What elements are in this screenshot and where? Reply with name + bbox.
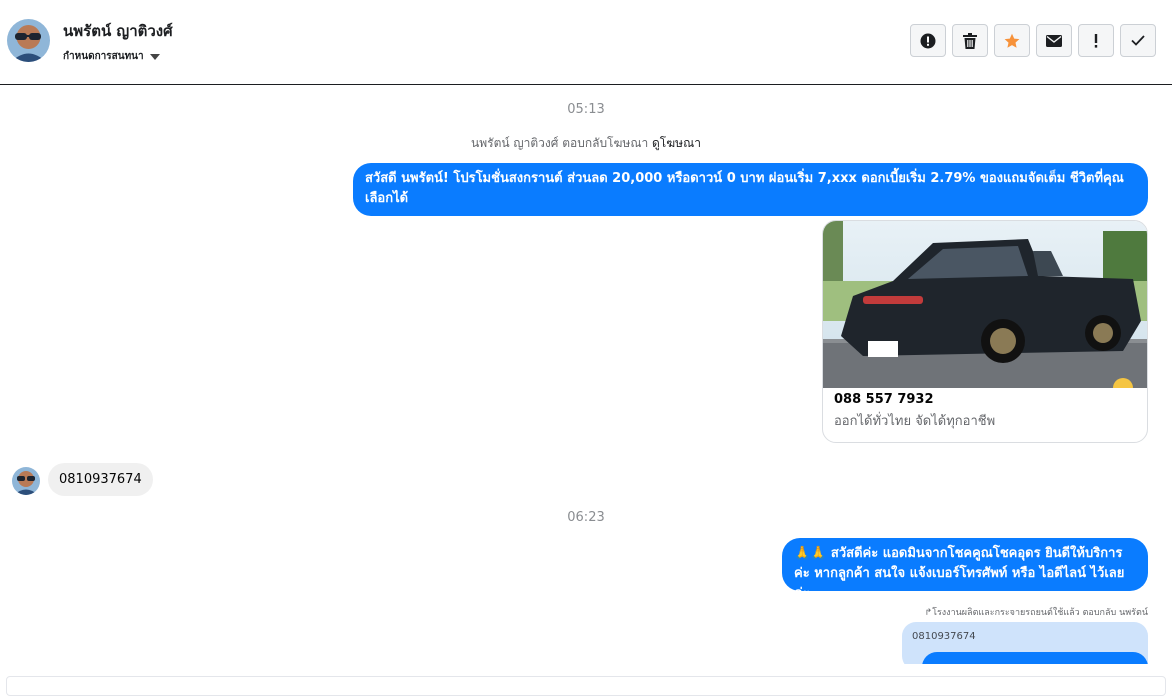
outgoing-message-partial	[922, 652, 1148, 664]
view-ad-link[interactable]: ดูโฆษณา	[652, 136, 701, 150]
mark-done-button[interactable]	[1120, 24, 1156, 57]
message-input[interactable]	[6, 676, 1166, 696]
alert-circle-icon	[920, 33, 936, 48]
mark-unread-button[interactable]	[1036, 24, 1072, 57]
outgoing-message: สวัสดี นพรัตน์! โปรโมชั่นสงกรานต์ ส่วนลด…	[353, 163, 1148, 216]
ad-reply-info: นพรัตน์ ญาติวงศ์ ตอบกลับโฆษณา ดูโฆษณา	[0, 134, 1172, 153]
delete-button[interactable]	[952, 24, 988, 57]
star-button[interactable]	[994, 24, 1030, 57]
assign-conversation-dropdown[interactable]: กำหนดการสนทนา	[63, 49, 160, 64]
mark-spam-button[interactable]	[910, 24, 946, 57]
conversation-toolbar	[910, 24, 1156, 57]
message-composer	[0, 664, 1172, 696]
timestamp: 05:13	[567, 102, 605, 117]
exclamation-icon	[1094, 33, 1098, 48]
message-thread[interactable]: 05:13 นพรัตน์ ญาติวงศ์ ตอบกลับโฆษณา ดูโฆ…	[0, 86, 1172, 664]
ad-card[interactable]: 088 557 7932 ออกได้ทั่วไทย จัดได้ทุกอาชี…	[822, 220, 1148, 443]
ad-car-image	[823, 221, 1147, 398]
sender-avatar	[12, 467, 40, 495]
star-icon	[1004, 33, 1020, 48]
contact-avatar[interactable]	[7, 19, 50, 62]
checkmark-icon	[1131, 35, 1145, 46]
ad-card-subtitle: ออกได้ทั่วไทย จัดได้ทุกอาชีพ	[834, 414, 996, 429]
assign-label: กำหนดการสนทนา	[63, 51, 144, 62]
ad-card-title: 088 557 7932	[834, 392, 934, 407]
contact-name: นพรัตน์ ญาติวงศ์	[63, 22, 173, 40]
trash-icon	[963, 32, 977, 49]
incoming-message: 0810937674	[48, 463, 153, 496]
chevron-down-icon	[149, 53, 160, 60]
conversation-header: นพรัตน์ ญาติวงศ์ กำหนดการสนทนา	[0, 0, 1172, 85]
timestamp: 06:23	[567, 510, 605, 525]
ad-reply-text: นพรัตน์ ญาติวงศ์ ตอบกลับโฆษณา	[471, 136, 649, 150]
outgoing-message: 🙏🙏 สวัสดีค่ะ แอดมินจากโชคคูณโชคอุดร ยินด…	[782, 538, 1148, 601]
follow-up-button[interactable]	[1078, 24, 1114, 57]
envelope-icon	[1046, 34, 1062, 47]
quoted-text: 0810937674	[912, 631, 976, 642]
reply-context-label: ↱โรงงานผลิตและกระจายรถยนต์ใช้แล้ว ตอบกลั…	[924, 608, 1148, 618]
